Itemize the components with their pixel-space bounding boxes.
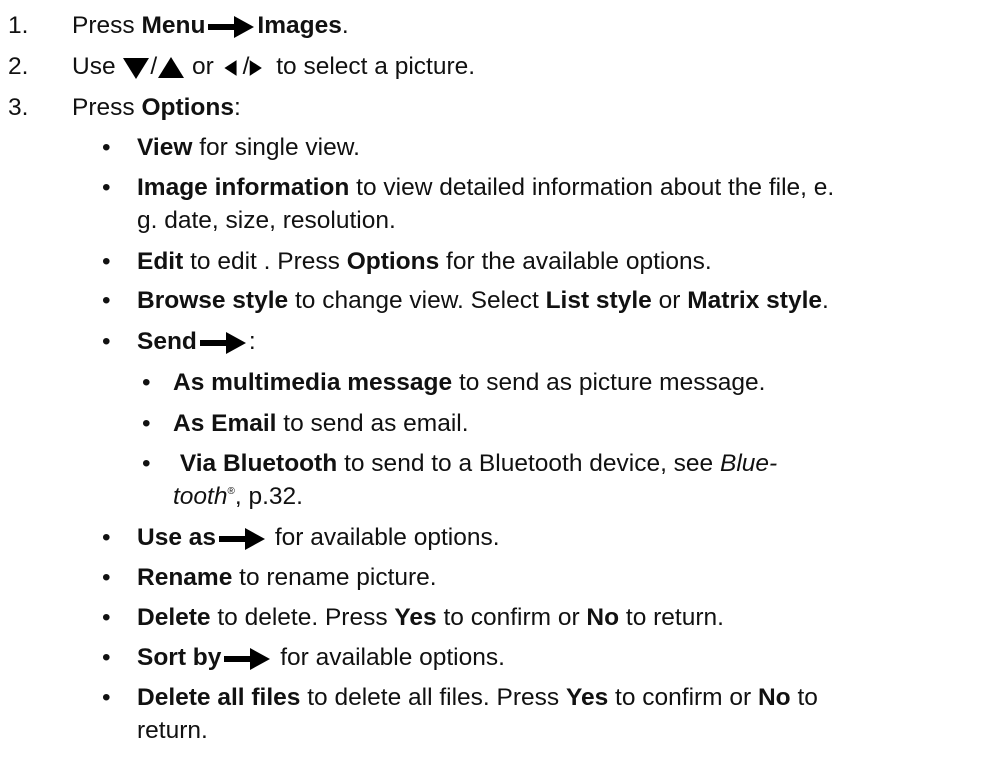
- option-use-as: Use as for available options.: [137, 524, 500, 551]
- option-delete: Delete to delete. Press Yes to confirm o…: [137, 604, 724, 631]
- right-arrow-icon: [216, 527, 268, 550]
- step-text: Use / or / to select a picture.: [72, 53, 476, 80]
- left-triangle-icon: [223, 56, 243, 80]
- option-delete-all: Delete all files to delete all files. Pr…: [137, 684, 818, 711]
- option-send-email: As Email to send as email.: [173, 410, 469, 437]
- right-arrow-icon: [205, 15, 257, 38]
- bullet: •: [102, 644, 111, 671]
- up-triangle-icon: [157, 56, 185, 80]
- step-number: 2.: [8, 53, 29, 80]
- option-image-information-cont: g. date, size, resolution.: [137, 207, 396, 234]
- option-send-bluetooth: Via Bluetooth to send to a Bluetooth dev…: [179, 450, 778, 477]
- right-arrow-icon: [197, 331, 249, 354]
- bullet: •: [102, 134, 111, 161]
- step-text: Press Options:: [72, 94, 241, 121]
- right-arrow-icon: [221, 647, 273, 670]
- bullet: •: [102, 248, 111, 275]
- option-delete-all-cont: return.: [137, 717, 208, 744]
- option-edit: Edit to edit . Press Options for the ava…: [137, 248, 712, 275]
- bullet: •: [102, 524, 111, 551]
- bullet: •: [142, 450, 151, 477]
- step-number: 1.: [8, 12, 29, 39]
- bullet: •: [102, 604, 111, 631]
- down-triangle-icon: [122, 56, 150, 80]
- option-send-mms: As multimedia message to send as picture…: [173, 369, 766, 396]
- option-image-information: Image information to view detailed infor…: [137, 174, 835, 201]
- option-send: Send:: [137, 328, 256, 355]
- step-text: Press Menu Images.: [72, 12, 349, 39]
- option-browse-style: Browse style to change view. Select List…: [137, 287, 829, 314]
- bullet: •: [102, 564, 111, 591]
- bullet: •: [102, 174, 111, 201]
- option-rename: Rename to rename picture.: [137, 564, 437, 591]
- bullet: •: [102, 684, 111, 711]
- step-number: 3.: [8, 94, 29, 121]
- bullet: •: [142, 410, 151, 437]
- option-view: View for single view.: [137, 134, 360, 161]
- option-send-bluetooth-cont: tooth®, p.32.: [173, 483, 303, 510]
- instructions-page: 1. Press Menu Images. 2. Use / or / to se…: [0, 0, 1004, 781]
- bullet: •: [142, 369, 151, 396]
- bullet: •: [102, 328, 111, 355]
- option-sort-by: Sort by for available options.: [137, 644, 505, 671]
- bullet: •: [102, 287, 111, 314]
- right-triangle-icon: [249, 56, 269, 80]
